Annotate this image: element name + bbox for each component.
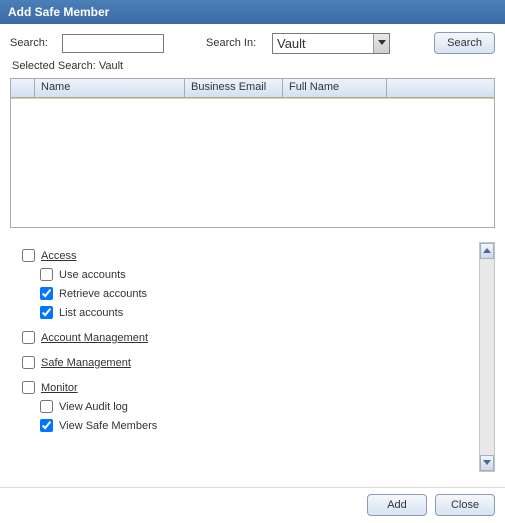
perm-section-checkbox[interactable] [22, 356, 35, 369]
permissions-panel: Access Use accounts Retrieve accounts List … [10, 242, 495, 472]
perm-section-account-management: Account Management [22, 328, 471, 347]
column-name[interactable]: Name [35, 79, 185, 97]
perm-section-safe-management: Safe Management [22, 353, 471, 372]
perm-item-checkbox[interactable] [40, 287, 53, 300]
perm-item: List accounts [40, 303, 471, 322]
perm-item: View Audit log [40, 397, 471, 416]
perm-section-label: Access [41, 250, 76, 262]
perm-item-label: List accounts [59, 307, 123, 319]
perm-section-monitor: Monitor [22, 378, 471, 397]
perm-item-checkbox[interactable] [40, 268, 53, 281]
search-row: Search: Search In: Vault Search [10, 30, 495, 56]
perm-item-checkbox[interactable] [40, 419, 53, 432]
scrollbar[interactable] [479, 242, 495, 472]
perm-section-checkbox[interactable] [22, 331, 35, 344]
search-in-value: Vault [273, 34, 373, 53]
perm-item-label: Retrieve accounts [59, 288, 147, 300]
perm-item: Use accounts [40, 265, 471, 284]
search-label: Search: [10, 37, 56, 49]
perm-item-label: Use accounts [59, 269, 126, 281]
close-button[interactable]: Close [435, 494, 495, 516]
dialog-footer: Add Close [0, 487, 505, 523]
perm-item: View Safe Members [40, 416, 471, 435]
perm-item-label: View Safe Members [59, 420, 157, 432]
perm-item-checkbox[interactable] [40, 400, 53, 413]
perm-section-access: Access [22, 246, 471, 265]
perm-section-label: Monitor [41, 382, 78, 394]
perm-item-checkbox[interactable] [40, 306, 53, 319]
grid-body [11, 98, 494, 227]
perm-section-label: Safe Management [41, 357, 131, 369]
perm-section-checkbox[interactable] [22, 381, 35, 394]
column-spacer [387, 79, 494, 97]
column-checkbox[interactable] [11, 79, 35, 97]
search-input[interactable] [62, 34, 164, 53]
column-business-email[interactable]: Business Email [185, 79, 283, 97]
add-button[interactable]: Add [367, 494, 427, 516]
perm-section-label: Account Management [41, 332, 148, 344]
grid-header: Name Business Email Full Name [11, 79, 494, 98]
results-grid: Name Business Email Full Name [10, 78, 495, 228]
perm-item-label: View Audit log [59, 401, 128, 413]
perm-item: Retrieve accounts [40, 284, 471, 303]
search-in-dropdown[interactable]: Vault [272, 33, 390, 54]
dialog-title: Add Safe Member [0, 0, 505, 24]
selected-search-text: Selected Search: Vault [12, 60, 495, 72]
chevron-down-icon[interactable] [373, 34, 389, 53]
perm-section-checkbox[interactable] [22, 249, 35, 262]
scroll-up-icon[interactable] [480, 243, 494, 259]
search-button[interactable]: Search [434, 32, 495, 54]
column-full-name[interactable]: Full Name [283, 79, 387, 97]
scroll-down-icon[interactable] [480, 455, 494, 471]
search-in-label: Search In: [206, 37, 266, 49]
